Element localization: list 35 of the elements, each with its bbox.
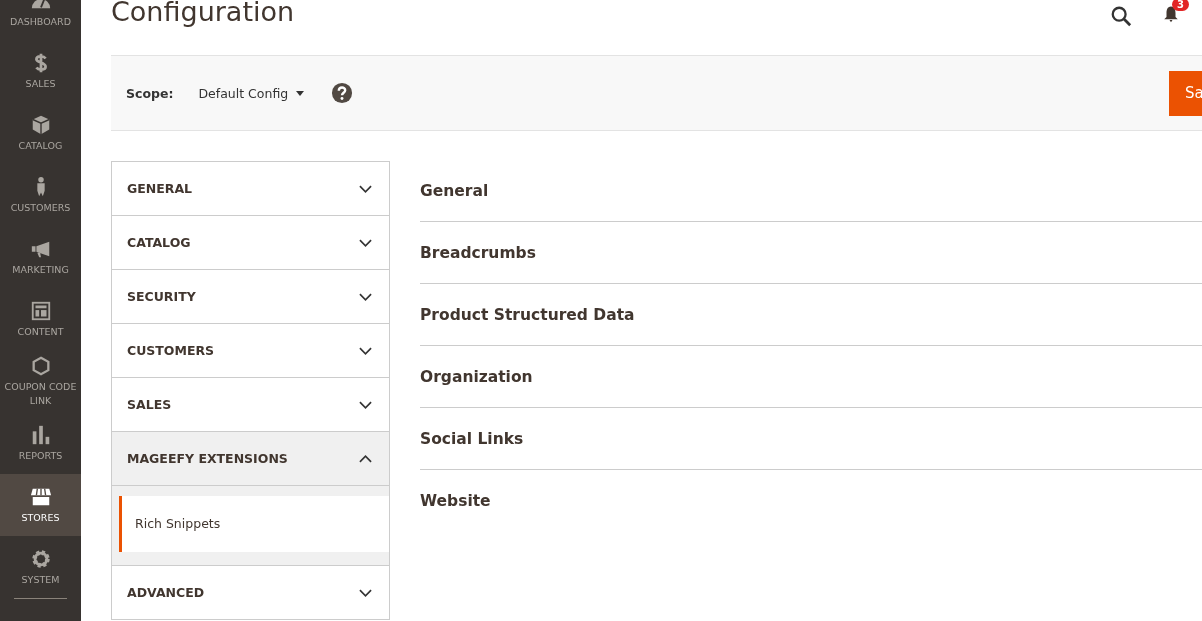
layout-icon (29, 299, 52, 322)
scope-dropdown[interactable]: Default Config (198, 85, 305, 101)
menu-item[interactable]: CATALOG (0, 102, 81, 164)
config-tab[interactable]: MAGEEFY EXTENSIONS (112, 432, 389, 486)
chevron-down-icon (359, 292, 372, 301)
search-icon[interactable] (1110, 5, 1132, 27)
menu-item[interactable]: CONTENT (0, 288, 81, 350)
settings-icon (29, 547, 52, 570)
chevron-down-icon (359, 184, 372, 193)
scope-label: Scope: (126, 85, 174, 101)
chevron-down-icon (359, 588, 372, 597)
menu-item[interactable]: MARKETING (0, 226, 81, 288)
caret-icon (296, 90, 305, 96)
chevron-down-icon (359, 238, 372, 247)
menu-item[interactable]: DASHBOARD (0, 0, 81, 40)
menu-item[interactable]: STORES (0, 474, 81, 536)
section-header[interactable]: Breadcrumbs (420, 222, 1202, 284)
page-title: Configuration (111, 0, 295, 27)
save-button[interactable]: Sa (1169, 70, 1202, 116)
chevron-down-icon (359, 400, 372, 409)
menu-item[interactable]: SYSTEM (0, 536, 81, 598)
menu-item[interactable]: COUPON CODE LINK (0, 350, 81, 412)
section-header[interactable]: Social Links (420, 408, 1202, 470)
menu-item[interactable]: SALES (0, 40, 81, 102)
menu-item[interactable]: REPORTS (0, 412, 81, 474)
section-header[interactable]: Organization (420, 346, 1202, 408)
help-icon[interactable] (331, 82, 354, 104)
chevron-up-icon (359, 454, 372, 463)
section-header[interactable]: Website (420, 470, 1202, 532)
chevron-down-icon (359, 346, 372, 355)
config-subtab[interactable]: Rich Snippets (119, 496, 389, 552)
section-header[interactable]: Product Structured Data (420, 284, 1202, 346)
section-header[interactable]: General (420, 161, 1202, 222)
notification-count-badge: 3 (1172, 0, 1189, 11)
menu-item[interactable]: CUSTOMERS (0, 164, 81, 226)
